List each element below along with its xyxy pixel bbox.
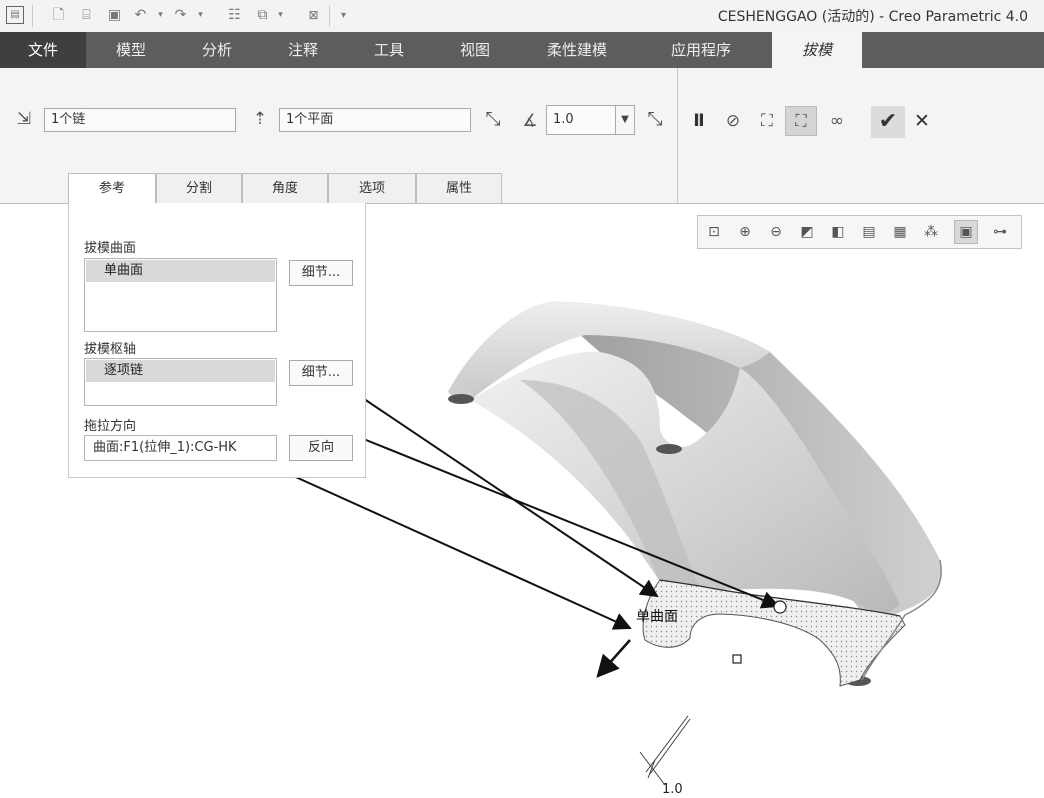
draft-surfaces-item[interactable]: 单曲面 xyxy=(86,260,275,282)
pull-direction-label: 拖拉方向 xyxy=(84,419,137,434)
surfaces-details-button[interactable]: 细节... xyxy=(289,260,353,286)
pull-direction-field[interactable]: 曲面:F1(拉伸_1):CG-HK xyxy=(84,435,277,461)
angle-tag-label: 1.0 xyxy=(662,782,683,797)
surface-tag-label: 单曲面 xyxy=(636,609,678,625)
draft-hinges-list[interactable]: 逐项链 xyxy=(84,358,277,406)
draft-surfaces-list[interactable]: 单曲面 xyxy=(84,258,277,332)
draft-hinges-label: 拔模枢轴 xyxy=(84,342,137,357)
angle-dimension xyxy=(639,715,691,786)
drag-handle-square[interactable] xyxy=(732,654,742,664)
references-panel: 拔模曲面 单曲面 细节... 拔模枢轴 逐项链 细节... 拖拉方向 曲面:F1… xyxy=(68,203,366,478)
display-style-icon[interactable]: ◧ xyxy=(828,222,848,242)
draft-surfaces-label: 拔模曲面 xyxy=(84,241,137,256)
annotation-display-icon[interactable]: ▣ xyxy=(954,220,978,244)
spin-center-icon[interactable]: ⊶ xyxy=(990,222,1010,242)
saved-views-icon[interactable]: ▤ xyxy=(859,222,879,242)
part-model xyxy=(448,301,942,687)
zoom-in-icon[interactable]: ⊕ xyxy=(735,222,755,242)
view-manager-icon[interactable]: ▦ xyxy=(890,222,910,242)
flip-button[interactable]: 反向 xyxy=(289,435,353,461)
hinges-details-button[interactable]: 细节... xyxy=(289,360,353,386)
hinge-handle[interactable] xyxy=(773,600,787,614)
repaint-icon[interactable]: ◩ xyxy=(797,222,817,242)
datum-display-icon[interactable]: ⁂ xyxy=(921,222,941,242)
zoom-out-icon[interactable]: ⊖ xyxy=(766,222,786,242)
arrow-pull-direction xyxy=(257,459,632,630)
graphics-toolbar: ⊡ ⊕ ⊖ ◩ ◧ ▤ ▦ ⁂ ▣ ⊶ xyxy=(697,215,1022,249)
refit-icon[interactable]: ⊡ xyxy=(704,222,724,242)
draft-hinges-item[interactable]: 逐项链 xyxy=(86,360,275,382)
pull-direction-arrow xyxy=(596,639,631,678)
